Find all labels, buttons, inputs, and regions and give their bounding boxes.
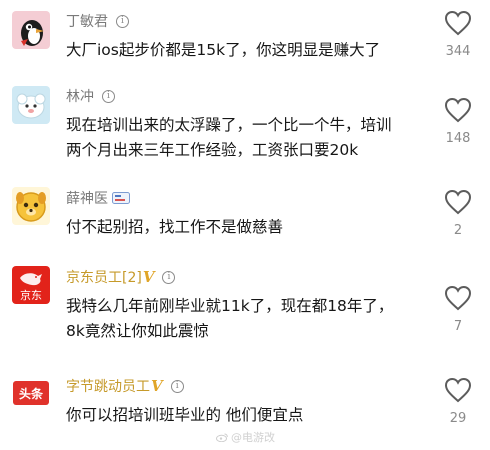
- watermark: @电游改: [216, 429, 275, 445]
- comment-text: 现在培训出来的太浮躁了，一个比一个牛，培训 两个月出来三年工作经验，工资张口要2…: [66, 116, 392, 159]
- like-count: 7: [453, 319, 463, 334]
- avatar[interactable]: 京东: [12, 266, 50, 304]
- comment-header: 丁敏君 i: [66, 11, 129, 31]
- comment-text: 你可以招培训班毕业的 他们便宜点: [66, 406, 304, 424]
- avatar[interactable]: [12, 11, 50, 49]
- username[interactable]: 丁敏君: [66, 11, 108, 31]
- like-button[interactable]: 29: [434, 377, 482, 426]
- penguin-avatar-icon: [12, 11, 50, 49]
- heart-icon: [444, 189, 472, 215]
- comment-text: 付不起别招，找工作不是做慈善: [66, 218, 284, 236]
- avatar-logo-text: 头条: [19, 386, 44, 401]
- comment-header: 林冲 i: [66, 86, 115, 106]
- username[interactable]: 京东员工[2]: [66, 267, 142, 287]
- avatar[interactable]: [12, 187, 50, 225]
- comment-header: 字节跳动员工 V i: [66, 376, 184, 396]
- like-button[interactable]: 148: [434, 97, 482, 146]
- username[interactable]: 林冲: [66, 86, 94, 106]
- avatar[interactable]: [12, 86, 50, 124]
- comment-text: 我特么几年前刚毕业就11k了，现在都18年了， 8k竟然让你如此震惊: [66, 297, 394, 340]
- yellow-dog-avatar-icon: [12, 187, 50, 225]
- comment-header: 薛神医: [66, 188, 130, 208]
- avatar[interactable]: 头条: [12, 374, 50, 412]
- like-button[interactable]: 2: [434, 189, 482, 238]
- avatar-logo-text: 京东: [20, 288, 42, 302]
- level-badge-icon: [112, 192, 130, 204]
- like-count: 148: [445, 131, 471, 146]
- watermark-text: @电游改: [231, 431, 275, 444]
- comment-header: 京东员工[2] V i: [66, 267, 176, 287]
- like-count: 2: [453, 223, 463, 238]
- verified-v-icon: V: [151, 377, 163, 395]
- heart-icon: [444, 97, 472, 123]
- cartoon-sheep-avatar-icon: [12, 86, 50, 124]
- info-icon[interactable]: i: [102, 89, 115, 103]
- like-button[interactable]: 344: [434, 10, 482, 59]
- comment-text: 大厂ios起步价都是15k了，你这明显是赚大了: [66, 41, 381, 59]
- like-count: 344: [445, 44, 471, 59]
- jd-logo-avatar-icon: 京东: [12, 266, 50, 304]
- weibo-logo-icon: [216, 433, 228, 442]
- heart-icon: [444, 377, 472, 403]
- info-icon[interactable]: i: [170, 379, 184, 393]
- info-icon[interactable]: i: [116, 14, 129, 28]
- like-button[interactable]: 7: [434, 285, 482, 334]
- info-icon[interactable]: i: [162, 270, 176, 284]
- heart-icon: [444, 285, 472, 311]
- username[interactable]: 字节跳动员工: [66, 376, 150, 396]
- like-count: 29: [449, 411, 467, 426]
- heart-icon: [444, 10, 472, 36]
- username[interactable]: 薛神医: [66, 188, 108, 208]
- verified-v-icon: V: [142, 268, 155, 286]
- toutiao-logo-avatar-icon: 头条: [12, 374, 50, 412]
